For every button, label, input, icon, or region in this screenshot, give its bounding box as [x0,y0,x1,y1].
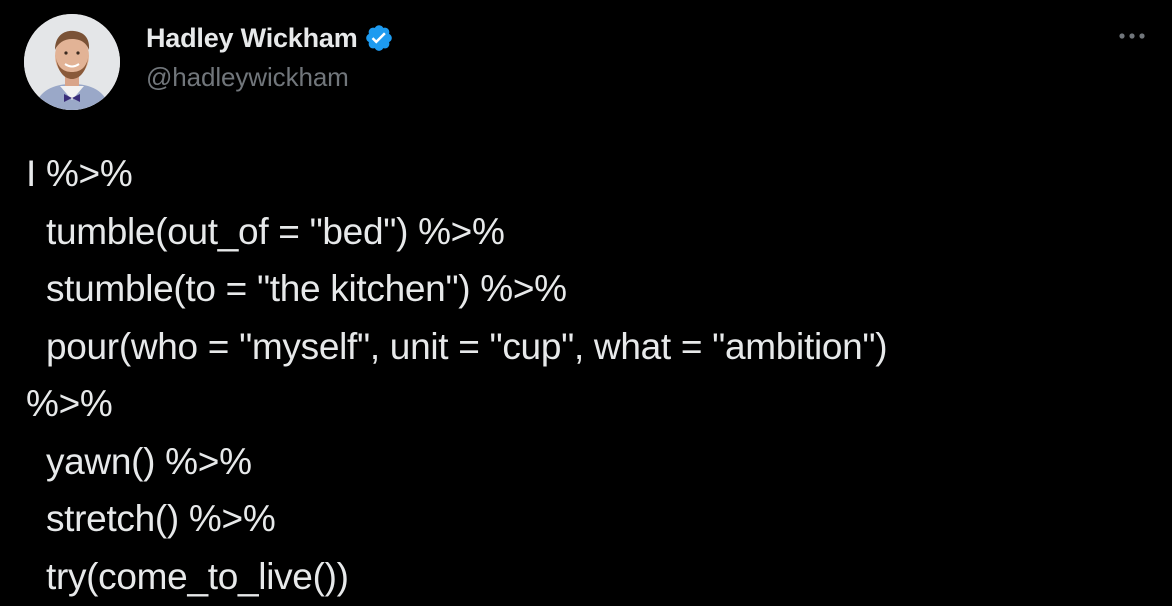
tweet-line: I %>% [26,153,133,194]
profile-photo-icon [24,14,120,110]
name-row: Hadley Wickham [146,20,394,56]
avatar[interactable] [24,14,120,110]
author-block: Hadley Wickham @hadleywickham [146,20,394,93]
tweet-text: I %>% tumble(out_of = "bed") %>% stumble… [26,145,1156,605]
user-handle[interactable]: @hadleywickham [146,62,394,93]
more-options-button[interactable] [1112,22,1152,50]
tweet-line: pour(who = "myself", unit = "cup", what … [26,325,888,367]
tweet: Hadley Wickham @hadleywickham I %>% tumb… [0,0,1172,606]
tweet-line: stretch() %>% [26,498,276,539]
verified-badge-icon [364,23,394,53]
tweet-line: yawn() %>% [26,440,252,482]
tweet-line: tumble(out_of = "bed") %>% [26,210,505,252]
tweet-line: %>% [26,383,113,424]
tweet-line: try(come_to_live()) [26,555,349,597]
display-name[interactable]: Hadley Wickham [146,23,358,54]
more-horizontal-icon [1119,33,1145,39]
tweet-line: stumble(to = "the kitchen") %>% [26,268,567,309]
